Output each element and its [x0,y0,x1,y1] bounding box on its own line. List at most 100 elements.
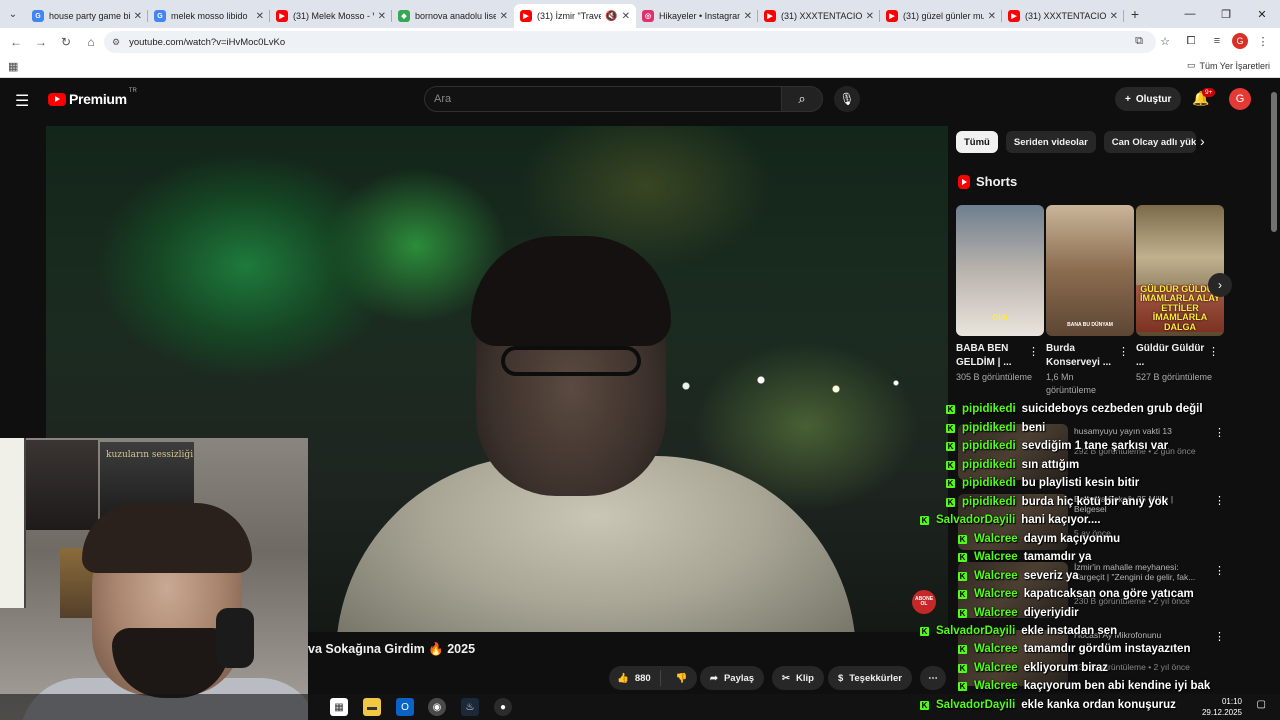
new-tab-button[interactable]: + [1124,6,1146,22]
chrome-taskbar-icon[interactable]: ◉ [428,698,446,716]
chat-username[interactable]: Walcree [974,588,1018,600]
tab-close-icon[interactable]: ✕ [256,11,264,22]
chrome-profile-avatar[interactable]: G [1232,33,1248,49]
tab-close-icon[interactable]: ✕ [500,11,508,22]
short-menu-icon[interactable]: ⋮ [1118,345,1129,358]
dislike-button[interactable]: 👎 [667,673,697,684]
minimize-icon[interactable]: — [1172,0,1208,28]
obs-icon[interactable]: ● [494,698,512,716]
chat-username[interactable]: pipidikedi [962,477,1016,489]
short-title[interactable]: Burda Konserveyi ... [1046,342,1116,370]
short-card[interactable]: Olih BABA BEN GELDİM | ... 305 B görüntü… [956,205,1044,384]
bookmark-star-icon[interactable]: ☆ [1154,30,1176,52]
chat-username[interactable]: pipidikedi [962,459,1016,471]
chat-username[interactable]: Walcree [974,551,1018,563]
browser-tab[interactable]: ▶ (31) XXXTENTACION ✕ [758,4,880,28]
reading-list-icon[interactable]: ≡ [1206,30,1228,52]
system-clock[interactable]: 01:10 29.12.2025 [1202,696,1242,718]
browser-tab[interactable]: ▶ (31) Melek Mosso - V ✕ [270,4,392,28]
chat-username[interactable]: pipidikedi [962,440,1016,452]
chat-username[interactable]: Walcree [974,643,1018,655]
chrome-menu-icon[interactable]: ⋮ [1252,30,1274,52]
short-title[interactable]: BABA BEN GELDİM | ... [956,342,1026,370]
reload-icon[interactable]: ↻ [54,30,78,54]
tab-close-icon[interactable]: ✕ [988,11,996,22]
forward-icon[interactable]: → [29,30,53,54]
browser-tab[interactable]: Gmelek mosso libido ✕ [148,4,270,28]
tab-close-icon[interactable]: ✕ [744,11,752,22]
short-menu-icon[interactable]: ⋮ [1208,345,1219,358]
outlook-icon[interactable]: O [396,698,414,716]
all-bookmarks-button[interactable]: ▭ Tüm Yer İşaretleri [1187,60,1270,71]
related-menu-icon[interactable]: ⋮ [1214,426,1225,439]
restore-icon[interactable]: ❐ [1208,0,1244,28]
browser-tab[interactable]: ◆ bornova anadolu lise ✕ [392,4,514,28]
tab-close-icon[interactable]: ✕ [622,11,630,22]
related-menu-icon[interactable]: ⋮ [1214,494,1225,507]
related-menu-icon[interactable]: ⋮ [1214,630,1225,643]
share-button[interactable]: ➦ Paylaş [700,666,765,690]
chat-username[interactable]: Walcree [974,680,1018,692]
voice-search-button[interactable]: 🎙 [834,86,860,112]
chat-username[interactable]: pipidikedi [962,422,1016,434]
short-title[interactable]: Güldür Güldür ... [1136,342,1206,370]
chip-series[interactable]: Seriden videolar [1005,131,1096,153]
omnibox[interactable]: ⚙ youtube.com/watch?v=iHvMoc0LvKo [104,31,1156,53]
youtube-logo[interactable]: Premium TR [48,88,137,107]
chat-username[interactable]: SalvadorDayili [936,625,1015,637]
short-thumbnail[interactable]: GÜLDÜR GÜLDÜR İMAMLARLA ALAY ETTİLER İMA… [1136,205,1224,336]
chat-username[interactable]: Walcree [974,607,1018,619]
tab-audio-icon[interactable]: 🔇 [605,11,617,22]
site-info-icon[interactable]: ⚙ [112,37,120,48]
page-scrollbar[interactable] [1271,82,1277,692]
chat-username[interactable]: Walcree [974,570,1018,582]
chips-next-chevron-icon[interactable]: › [1200,133,1205,149]
chat-username[interactable]: Walcree [974,533,1018,545]
search-button[interactable]: ⌕ [781,86,823,112]
related-thumbnail[interactable] [958,630,1068,686]
chat-username[interactable]: Walcree [974,662,1018,674]
short-menu-icon[interactable]: ⋮ [1028,345,1039,358]
browser-tab[interactable]: ▶ (31) XXXTENTACION ✕ [1002,4,1124,28]
short-thumbnail[interactable]: BANA BU DÜNYAM [1046,205,1134,336]
thanks-button[interactable]: $ Teşekkürler [828,666,912,690]
browser-tab[interactable]: ◎ Hikayeler • Instagram ✕ [636,4,758,28]
scrollbar-thumb[interactable] [1271,92,1277,232]
subscribe-watermark[interactable]: ABONE OL [912,590,936,614]
file-explorer-icon[interactable]: ▬ [363,698,381,716]
related-menu-icon[interactable]: ⋮ [1214,564,1225,577]
chat-username[interactable]: SalvadorDayili [936,699,1015,711]
browser-tab[interactable]: ▶ (31) İzmir "Trave: 🔇 ✕ [514,4,636,28]
shorts-next-button[interactable]: › [1208,273,1232,297]
tab-close-icon[interactable]: ✕ [134,11,142,22]
clip-button[interactable]: ✂ Klip [772,666,824,690]
back-icon[interactable]: ← [4,30,28,54]
notification-center-icon[interactable]: ▢ [1257,699,1266,710]
chip-all[interactable]: Tümü [956,131,998,153]
chat-username[interactable]: pipidikedi [962,496,1016,508]
apps-grid-icon[interactable]: ▦ [8,60,18,73]
chip-uploader[interactable]: Can Olcay adlı yükley [1103,131,1196,153]
tab-search-icon[interactable]: ⌄ [0,0,26,28]
taskbar-app-icon[interactable]: ▦ [330,698,348,716]
more-actions-button[interactable]: ⋯ [920,666,946,690]
extensions-icon[interactable]: ⧠ [1180,30,1202,52]
search-input[interactable]: Ara [424,86,782,112]
create-button[interactable]: + Oluştur [1115,87,1182,111]
chat-username[interactable]: SalvadorDayili [936,514,1015,526]
home-icon[interactable]: ⌂ [79,30,103,54]
tab-close-icon[interactable]: ✕ [1110,11,1118,22]
tab-close-icon[interactable]: ✕ [866,11,874,22]
url-text[interactable]: youtube.com/watch?v=iHvMoc0LvKo [129,37,285,48]
chat-username[interactable]: pipidikedi [962,403,1016,415]
cast-icon[interactable]: ⧉ [1128,30,1150,52]
short-card[interactable]: BANA BU DÜNYAM Burda Konserveyi ... 1,6 … [1046,205,1134,397]
like-button[interactable]: 👍 880 [609,670,661,686]
short-card[interactable]: GÜLDÜR GÜLDÜR İMAMLARLA ALAY ETTİLER İMA… [1136,205,1224,384]
steam-icon[interactable]: ♨ [461,698,479,716]
browser-tab[interactable]: Ghouse party game bi ✕ [26,4,148,28]
tab-close-icon[interactable]: ✕ [378,11,386,22]
account-avatar[interactable]: G [1229,88,1251,110]
browser-tab[interactable]: ▶ (31) güzel günler mu ✕ [880,4,1002,28]
close-window-icon[interactable]: ✕ [1244,0,1280,28]
